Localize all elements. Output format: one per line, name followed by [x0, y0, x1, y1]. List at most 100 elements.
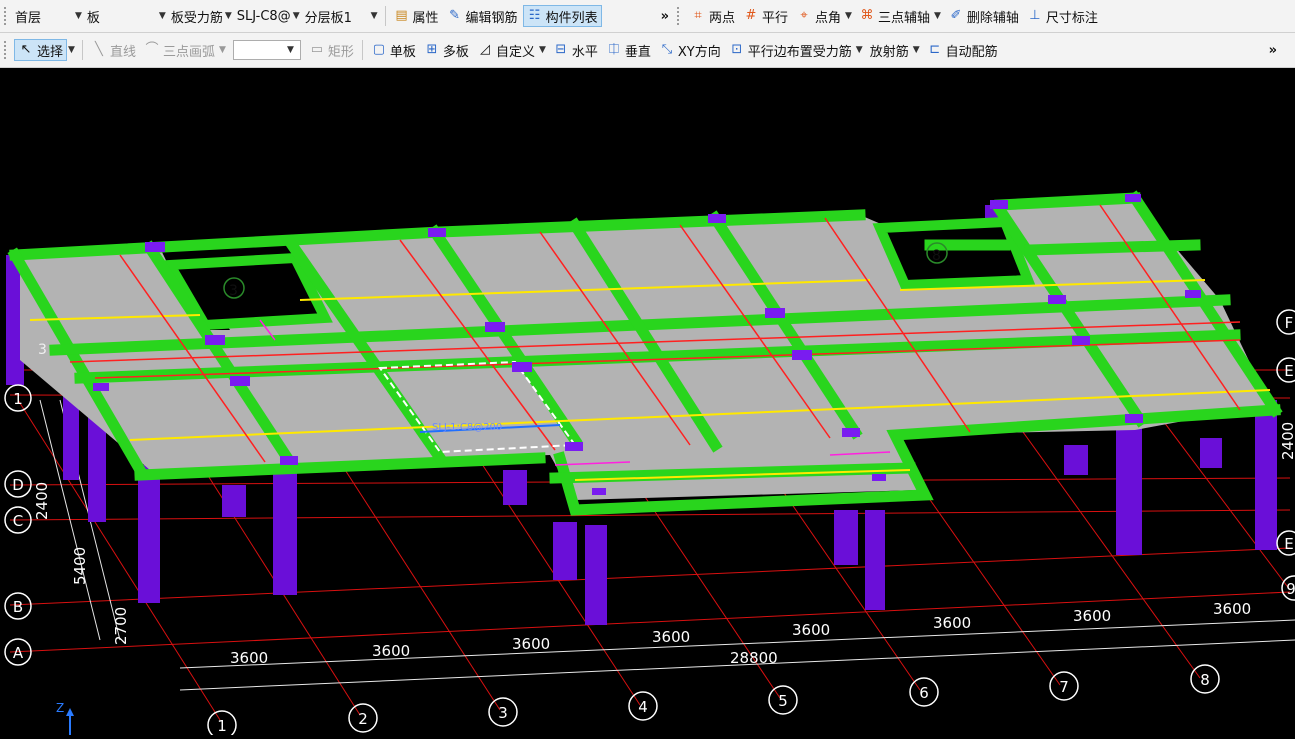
draw-param-input[interactable]: ▼: [232, 40, 301, 60]
horizontal-rebar-icon: ⊟: [555, 42, 567, 57]
custom-dropdown-arrow[interactable]: ▼: [539, 45, 546, 55]
toolbar-grip[interactable]: [4, 41, 9, 59]
dimension-text: 3600: [1073, 607, 1111, 625]
column-cap: [765, 308, 785, 318]
auto-rebar-button[interactable]: ⊏ 自动配筋: [924, 39, 1001, 61]
subtype-dropdown-arrow[interactable]: ▼: [225, 11, 232, 21]
column-cap: [1125, 194, 1141, 202]
column-cap: [145, 242, 165, 252]
dimension-text: 3600: [512, 635, 550, 653]
rebar-name-select[interactable]: SLJ-C8@: [235, 5, 293, 27]
dimension-icon: ⊥: [1029, 8, 1041, 23]
column-cap: [842, 428, 860, 437]
dimension-text: 3600: [1213, 600, 1251, 618]
two-point-axis-icon: ⌗: [694, 8, 702, 23]
axis-label: 3: [498, 704, 508, 722]
column: [138, 465, 160, 603]
arc-icon: ⌒: [145, 42, 159, 57]
point-angle-dropdown-arrow[interactable]: ▼: [845, 11, 852, 21]
axis-label: 9: [1286, 580, 1295, 598]
cursor-icon: ↖: [20, 42, 32, 57]
arc-button[interactable]: ⌒ 三点画弧: [141, 39, 218, 61]
component-type-select[interactable]: 板: [85, 5, 159, 27]
axis-label: B: [13, 598, 23, 616]
multi-slab-button[interactable]: ⊞ 多板: [421, 39, 472, 61]
column-cap: [990, 200, 1008, 209]
axis-label: E: [1284, 362, 1293, 380]
select-button[interactable]: ↖ 选择: [14, 39, 68, 61]
horizontal-button[interactable]: ⊟ 水平: [550, 39, 601, 61]
line-button[interactable]: ╲ 直线: [88, 39, 139, 61]
column-cap: [792, 350, 812, 360]
two-point-axis-button[interactable]: ⌗ 两点: [687, 5, 738, 27]
radial-rebar-button[interactable]: 放射筋: [867, 39, 912, 61]
single-slab-icon: ▢: [372, 42, 386, 57]
dimension-button[interactable]: ⊥ 尺寸标注: [1024, 5, 1101, 27]
radial-dropdown-arrow[interactable]: ▼: [913, 45, 920, 55]
slab-rebar-label: SLJ-1:C8@200: [432, 422, 502, 433]
axis-label: 2: [358, 710, 368, 728]
toolbar1-overflow-button[interactable]: »: [661, 9, 669, 24]
edge-axis-label: 3: [38, 342, 47, 358]
column-cap: [1125, 414, 1143, 423]
component-subtype-select[interactable]: 板受力筋: [169, 5, 225, 27]
column-cap: [230, 376, 250, 386]
parallel-edge-icon: ⊡: [731, 42, 743, 57]
toolbar2-overflow-button[interactable]: »: [1269, 43, 1277, 58]
parallel-edge-dropdown-arrow[interactable]: ▼: [856, 45, 863, 55]
dimension-text: 2700: [112, 607, 130, 645]
axis-label: F: [1285, 314, 1294, 332]
vertical-rebar-icon: ⎅: [608, 42, 620, 57]
toolbar-grip[interactable]: [4, 7, 9, 25]
dimension-text: 2400: [33, 482, 51, 520]
column: [222, 485, 246, 517]
list-icon: ☷: [528, 8, 541, 23]
edit-rebar-button[interactable]: ✎ 编辑钢筋: [444, 5, 521, 27]
dimension-text: 3600: [372, 642, 410, 660]
vertical-button[interactable]: ⎅ 垂直: [603, 39, 654, 61]
model-canvas[interactable]: SLJ-1:C8@200 3 8 3 3600 3600 3600 3600 3…: [0, 68, 1295, 739]
three-point-axis-button[interactable]: ⌘ 三点辅轴: [856, 5, 933, 27]
component-list-button[interactable]: ☷ 构件列表: [522, 5, 602, 27]
draw-toolbar: ↖ 选择 ▼ ╲ 直线 ⌒ 三点画弧 ▼ ▼ ▭ 矩形 ▢ 单板 ⊞ 多板 ◿ …: [0, 33, 1295, 68]
axis-label: C: [13, 512, 23, 530]
beam: [994, 192, 1141, 211]
axis-label: 4: [638, 698, 648, 716]
single-slab-button[interactable]: ▢ 单板: [368, 39, 419, 61]
total-dimension-text: 28800: [730, 649, 778, 667]
dimension-text: 3600: [230, 649, 268, 667]
component-type-dropdown-arrow[interactable]: ▼: [159, 11, 166, 21]
separator: [384, 6, 386, 26]
rebar-dropdown-arrow[interactable]: ▼: [293, 11, 300, 21]
parallel-axis-button[interactable]: # 平行: [740, 5, 791, 27]
floor-dropdown-arrow[interactable]: ▼: [75, 11, 82, 21]
xy-direction-button[interactable]: ⤡ XY方向: [656, 39, 724, 61]
custom-button[interactable]: ◿ 自定义: [474, 39, 538, 61]
pencil-icon: ✎: [449, 8, 460, 23]
floor-select[interactable]: 首层: [13, 5, 75, 27]
three-point-axis-dropdown-arrow[interactable]: ▼: [934, 11, 941, 21]
arc-dropdown-arrow[interactable]: ▼: [219, 45, 226, 55]
3d-viewport[interactable]: SLJ-1:C8@200 3 8 3 3600 3600 3600 3600 3…: [0, 68, 1295, 739]
rectangle-icon: ▭: [310, 42, 324, 57]
opening: [872, 216, 1036, 291]
axis-label: 8: [1200, 671, 1210, 689]
layer-dropdown-arrow[interactable]: ▼: [371, 11, 378, 21]
point-angle-axis-button[interactable]: ⌖ 点角: [793, 5, 844, 27]
column-cap: [485, 322, 505, 332]
property-button[interactable]: ▤ 属性: [391, 5, 442, 27]
axis-label: D: [12, 476, 24, 494]
xy-direction-icon: ⤡: [661, 42, 673, 57]
select-dropdown-arrow[interactable]: ▼: [68, 45, 75, 55]
layer-select[interactable]: 分层板1: [303, 5, 371, 27]
axis-label: 1: [13, 390, 23, 408]
draw-param-dropdown-arrow[interactable]: ▼: [287, 45, 294, 55]
dimension-text: 3600: [652, 628, 690, 646]
multi-slab-icon: ⊞: [426, 42, 438, 57]
column-cap: [592, 488, 606, 495]
rect-button[interactable]: ▭ 矩形: [306, 39, 357, 61]
delete-axis-button[interactable]: ✐ 删除辅轴: [945, 5, 1022, 27]
dimension-text: 3600: [792, 621, 830, 639]
parallel-edge-rebar-button[interactable]: ⊡ 平行边布置受力筋: [726, 39, 855, 61]
toolbar-grip[interactable]: [676, 7, 682, 25]
